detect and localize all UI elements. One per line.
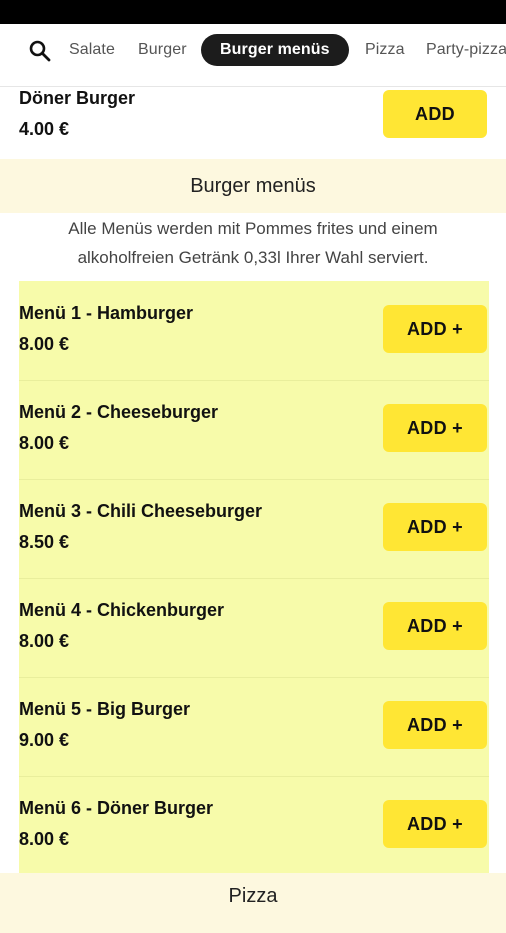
search-icon[interactable] — [28, 39, 52, 63]
tab-party-pizza[interactable]: Party-pizza — [426, 34, 506, 66]
category-description: Alle Menüs werden mit Pommes frites und … — [0, 214, 506, 272]
item-price: 8.00 € — [19, 334, 70, 354]
status-bar — [0, 0, 506, 24]
add-button[interactable]: ADD + — [383, 701, 487, 749]
item-price: 8.50 € — [19, 532, 70, 552]
item-price: 4.00 € — [19, 119, 70, 139]
tab-salate[interactable]: Salate — [69, 34, 115, 66]
item-price: 8.00 € — [19, 433, 70, 453]
list-item: Menü 1 - Hamburger 8.00 € ADD + — [19, 281, 489, 381]
description-line: Alle Menüs werden mit Pommes frites und … — [68, 219, 438, 238]
add-button[interactable]: ADD + — [383, 602, 487, 650]
add-button[interactable]: ADD + — [383, 800, 487, 848]
menu-list: Menü 1 - Hamburger 8.00 € ADD + Menü 2 -… — [19, 281, 489, 873]
tab-burger[interactable]: Burger — [138, 34, 187, 66]
list-item: Menü 5 - Big Burger 9.00 € ADD + — [19, 677, 489, 777]
item-price: 8.00 € — [19, 631, 70, 651]
list-item: Menü 4 - Chickenburger 8.00 € ADD + — [19, 578, 489, 678]
list-item: Menü 6 - Döner Burger 8.00 € ADD + — [19, 776, 489, 875]
item-name: Menü 3 - Chili Cheeseburger — [19, 501, 263, 521]
list-item: Menü 3 - Chili Cheeseburger 8.50 € ADD + — [19, 479, 489, 579]
tab-pizza[interactable]: Pizza — [365, 34, 405, 66]
item-name: Döner Burger — [19, 88, 136, 108]
add-button[interactable]: ADD + — [383, 503, 487, 551]
add-button[interactable]: ADD — [383, 90, 487, 138]
next-category-header: Pizza — [0, 873, 506, 933]
item-name: Menü 1 - Hamburger — [19, 303, 194, 323]
category-title: Burger menüs — [0, 159, 506, 213]
next-category-title: Pizza — [228, 885, 278, 907]
add-button[interactable]: ADD + — [383, 305, 487, 353]
tab-burger-menus[interactable]: Burger menüs — [201, 34, 349, 66]
item-name: Menü 2 - Cheeseburger — [19, 402, 219, 422]
item-name: Menü 5 - Big Burger — [19, 699, 191, 719]
item-price: 8.00 € — [19, 829, 70, 849]
item-name: Menü 6 - Döner Burger — [19, 798, 214, 818]
list-item: Menü 2 - Cheeseburger 8.00 € ADD + — [19, 380, 489, 480]
add-button[interactable]: ADD + — [383, 404, 487, 452]
list-item: Döner Burger 4.00 € ADD — [0, 86, 506, 160]
description-line: alkoholfreien Getränk 0,33l Ihrer Wahl s… — [77, 248, 429, 267]
item-price: 9.00 € — [19, 730, 70, 750]
item-name: Menü 4 - Chickenburger — [19, 600, 225, 620]
category-nav: Salate Burger Burger menüs Pizza Party-p… — [0, 24, 506, 87]
